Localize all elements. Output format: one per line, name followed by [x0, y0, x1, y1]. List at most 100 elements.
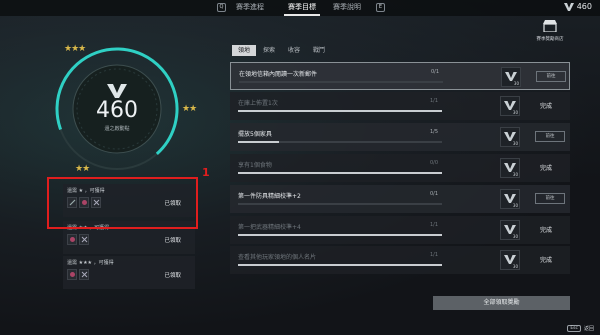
mission-reward[interactable]: 30: [500, 220, 520, 240]
mission-row[interactable]: 第一件防具精細校準+2 0/1 30 前往: [230, 185, 570, 213]
reward-amount: 30: [512, 141, 518, 146]
back-label: 返回: [583, 326, 594, 332]
mission-row[interactable]: 擺放5個家具 1/5 30 前往: [230, 123, 570, 151]
mission-progress-bar: [238, 264, 442, 266]
mission-go-button[interactable]: 前往: [535, 131, 565, 142]
mission-progress-fill: [238, 172, 442, 174]
mission-title: 享有1個食物: [238, 162, 272, 169]
reward-requirement: 還需 ★★★ ，可獲得: [67, 260, 114, 266]
shop-label: 賽季獎勵商店: [536, 37, 564, 42]
mission-progress-bar: [239, 81, 443, 83]
blade-icon: [81, 271, 87, 278]
top-bar: Q 賽季進程 賽季目標 賽季說明 E 460: [0, 0, 600, 16]
mission-count: 1/1: [430, 98, 439, 104]
season-point-icon: [504, 225, 516, 234]
reward-amount: 30: [512, 234, 518, 239]
back-hint[interactable]: Esc 返回: [567, 325, 594, 332]
mission-count: 1/1: [430, 252, 439, 258]
armor-icon: [69, 237, 75, 242]
mission-count: 1/1: [430, 222, 439, 228]
mission-reward[interactable]: 30: [500, 189, 520, 209]
mission-reward[interactable]: 30: [500, 250, 520, 270]
tab-season-goals[interactable]: 賽季目標: [288, 2, 316, 12]
mission-row[interactable]: 查看其他玩家領地的個人名片 1/1 30 完成: [230, 246, 570, 274]
mission-go-button[interactable]: 前往: [535, 193, 565, 204]
three-star-marker: ★★★: [64, 44, 86, 54]
mission-row[interactable]: 第一把武器精細校準+4 1/1 30 完成: [230, 216, 570, 244]
star-reward-3: 還需 ★★★ ，可獲得 已領取: [63, 256, 195, 289]
reward-item[interactable]: [79, 234, 89, 245]
mission-reward[interactable]: 30: [500, 158, 520, 178]
mission-title: 查看其他玩家領地的個人名片: [238, 254, 317, 261]
mission-completed-label: 完成: [540, 103, 553, 110]
active-tab-indicator: [284, 14, 320, 16]
season-shop-button[interactable]: 賽季獎勵商店: [528, 20, 572, 42]
season-point-icon: [504, 163, 516, 172]
mission-progress-bar: [238, 141, 442, 143]
mission-progress-fill: [238, 234, 442, 236]
season-point-icon: [504, 255, 516, 264]
season-score: 460: [96, 98, 138, 123]
one-star-marker: ★★: [75, 164, 90, 174]
subtab-containment[interactable]: 收容: [282, 45, 306, 56]
season-point-icon: [505, 72, 517, 81]
mission-title: 第一件防具精細校準+2: [238, 193, 301, 200]
reward-item[interactable]: [67, 234, 77, 245]
tab-season-info[interactable]: 賽季說明: [333, 2, 361, 12]
mission-title: 在庫上佈置1次: [238, 100, 278, 107]
mission-reward[interactable]: 30: [500, 127, 520, 147]
reward-amount: 30: [513, 81, 519, 86]
points-display: 460: [563, 2, 592, 11]
season-score-label: 還之啟動點: [104, 126, 130, 132]
mission-completed-label: 完成: [540, 165, 553, 172]
mission-count: 0/1: [431, 69, 440, 75]
reward-amount: 30: [512, 110, 518, 115]
subtab-explore[interactable]: 探索: [257, 45, 281, 56]
esc-key: Esc: [567, 325, 581, 332]
mission-progress-fill: [238, 264, 442, 266]
reward-item[interactable]: [67, 269, 77, 280]
mission-completed-label: 完成: [540, 227, 553, 234]
shop-icon: [543, 20, 557, 33]
mission-title: 擺放5個家具: [238, 131, 272, 138]
mission-row[interactable]: 在庫上佈置1次 1/1 30 完成: [230, 92, 570, 120]
claim-all-button[interactable]: 全部領取獎勵: [433, 296, 570, 310]
reward-amount: 30: [512, 172, 518, 177]
points-value: 460: [576, 2, 592, 11]
mission-completed-label: 完成: [540, 257, 553, 264]
mission-go-button[interactable]: 前往: [536, 71, 566, 82]
mission-progress-bar: [238, 110, 442, 112]
tab-season-progress[interactable]: 賽季進程: [236, 2, 264, 12]
reward-items: [67, 234, 89, 245]
mission-count: 1/5: [430, 129, 439, 135]
two-star-marker: ★★: [182, 104, 197, 114]
key-q-hint[interactable]: Q: [217, 3, 226, 12]
blade-icon: [81, 236, 87, 243]
reward-items: [67, 269, 89, 280]
reward-amount: 30: [512, 264, 518, 269]
mission-progress-fill: [238, 141, 279, 143]
mission-progress-fill: [238, 110, 442, 112]
armor-icon: [69, 272, 75, 277]
subtab-battle[interactable]: 戰鬥: [307, 45, 331, 56]
mission-row[interactable]: 享有1個食物 0/0 30 完成: [230, 154, 570, 182]
key-e-hint[interactable]: E: [376, 3, 385, 12]
annotation-highlight-box: [47, 177, 198, 229]
mission-category-tabs: 領地 探索 收容 戰鬥: [232, 45, 331, 56]
mission-progress-bar: [238, 234, 442, 236]
mission-reward[interactable]: 30: [500, 96, 520, 116]
season-point-icon: [504, 194, 516, 203]
season-logo-icon: [107, 84, 127, 98]
season-point-icon: [504, 132, 516, 141]
mission-row[interactable]: 在領地信箱內閱讀一次新郵件 0/1 30 前往: [230, 62, 570, 90]
mission-title: 第一把武器精細校準+4: [238, 224, 301, 231]
reward-item[interactable]: [79, 269, 89, 280]
season-point-icon: [563, 2, 574, 11]
reward-status: 已領取: [164, 273, 181, 279]
mission-count: 0/0: [430, 160, 439, 166]
annotation-number: 1: [202, 166, 210, 179]
subtab-territory[interactable]: 領地: [232, 45, 257, 56]
reward-amount: 30: [512, 203, 518, 208]
mission-progress-bar: [238, 203, 442, 205]
mission-reward[interactable]: 30: [501, 67, 521, 87]
